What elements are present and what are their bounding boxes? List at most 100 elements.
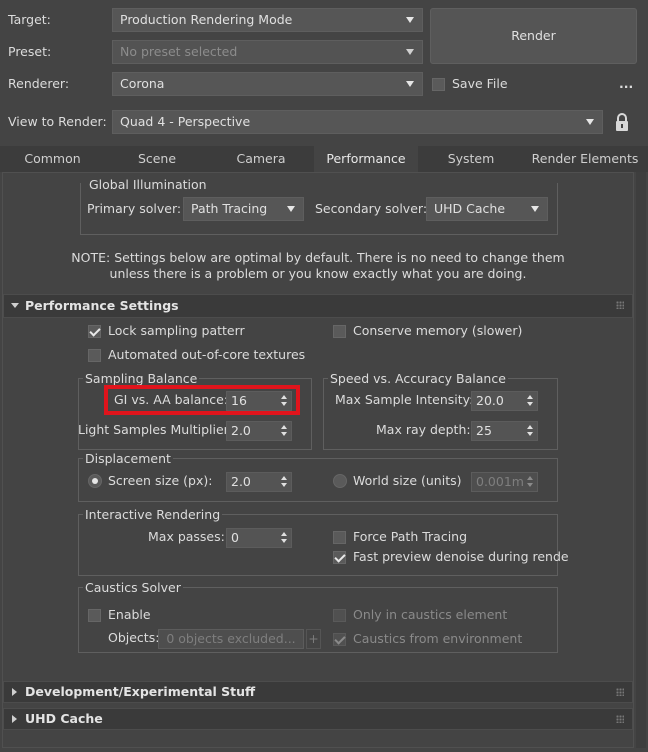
max-passes-label: Max passes:: [148, 529, 225, 544]
max-sample-intensity-spinner[interactable]: 20.0: [471, 391, 538, 411]
check-icon: [334, 633, 346, 645]
gi-aa-balance-spinner[interactable]: 16: [226, 391, 292, 411]
spinner-down-icon[interactable]: [527, 432, 533, 436]
primary-solver-dropdown[interactable]: Path Tracing: [183, 197, 304, 221]
light-samples-label: Light Samples Multiplier:: [78, 422, 233, 437]
spinner-up-icon[interactable]: [281, 532, 287, 536]
screen-size-label: Screen size (px):: [108, 473, 213, 488]
chevron-down-icon: [586, 119, 594, 125]
uhd-cache-rollout[interactable]: UHD Cache: [3, 708, 633, 730]
chevron-down-icon: [287, 206, 295, 212]
tab-common[interactable]: Common: [2, 146, 103, 172]
tab-system[interactable]: System: [421, 146, 521, 172]
spinner-down-icon[interactable]: [527, 483, 533, 487]
save-file-checkbox[interactable]: [432, 78, 445, 91]
only-in-caustics-checkbox[interactable]: [333, 609, 346, 622]
world-size-label: World size (units): [353, 473, 462, 488]
spinner-down-icon[interactable]: [281, 539, 287, 543]
caustics-solver-title: Caustics Solver: [83, 580, 183, 595]
check-icon: [89, 325, 101, 337]
light-samples-value: 2.0: [231, 423, 251, 438]
tab-camera[interactable]: Camera: [211, 146, 311, 172]
spinner-down-icon[interactable]: [281, 432, 287, 436]
force-path-tracing-label: Force Path Tracing: [353, 529, 468, 544]
chevron-right-icon: [12, 688, 17, 696]
caustics-objects-label: Objects:: [108, 630, 160, 645]
spinner-up-icon[interactable]: [281, 395, 287, 399]
render-button[interactable]: Render: [430, 8, 637, 64]
conserve-memory-checkbox[interactable]: [333, 325, 346, 338]
spinner-up-icon[interactable]: [527, 425, 533, 429]
caustics-from-env-label: Caustics from environment: [353, 631, 523, 646]
caustics-enable-label: Enable: [108, 607, 151, 622]
max-ray-depth-label: Max ray depth:: [376, 422, 471, 437]
caustics-objects-field[interactable]: 0 objects excluded...: [158, 629, 304, 649]
spinner-up-icon[interactable]: [527, 395, 533, 399]
screen-size-spinner[interactable]: 2.0: [226, 472, 292, 492]
max-passes-value: 0: [231, 530, 239, 545]
spinner-down-icon[interactable]: [281, 483, 287, 487]
screen-size-radio[interactable]: [88, 474, 102, 488]
lock-sampling-checkbox[interactable]: [88, 325, 101, 338]
max-ray-depth-spinner[interactable]: 25: [471, 421, 538, 441]
world-size-spinner[interactable]: 0.001m: [471, 472, 538, 492]
development-experimental-rollout[interactable]: Development/Experimental Stuff: [3, 681, 633, 703]
renderer-label: Renderer:: [8, 76, 70, 91]
spinner-up-icon[interactable]: [281, 476, 287, 480]
force-path-tracing-checkbox[interactable]: [333, 531, 346, 544]
interactive-rendering-title: Interactive Rendering: [83, 507, 223, 522]
spinner-up-icon[interactable]: [281, 425, 287, 429]
spinner-up-icon[interactable]: [527, 476, 533, 480]
speed-accuracy-title: Speed vs. Accuracy Balance: [328, 371, 508, 386]
more-options-button[interactable]: ...: [619, 76, 633, 91]
caustics-enable-checkbox[interactable]: [88, 609, 101, 622]
max-sample-intensity-value: 20.0: [476, 393, 504, 408]
tab-scene[interactable]: Scene: [104, 146, 210, 172]
fast-preview-denoise-checkbox[interactable]: [333, 551, 346, 564]
lock-icon[interactable]: [614, 112, 630, 132]
secondary-solver-value: UHD Cache: [434, 201, 506, 216]
preset-value: No preset selected: [120, 44, 238, 59]
grip-icon: [616, 688, 624, 696]
caustics-from-env-checkbox[interactable]: [333, 633, 346, 646]
performance-settings-rollout[interactable]: Performance Settings: [3, 294, 633, 318]
renderer-dropdown[interactable]: Corona: [112, 72, 423, 96]
spinner-down-icon[interactable]: [527, 402, 533, 406]
max-sample-intensity-label: Max Sample Intensity:: [335, 392, 474, 407]
uhd-cache-title: UHD Cache: [25, 711, 103, 726]
primary-solver-value: Path Tracing: [191, 201, 268, 216]
chevron-down-icon: [406, 17, 414, 23]
tab-render-elements[interactable]: Render Elements: [524, 146, 646, 172]
target-dropdown[interactable]: Production Rendering Mode: [112, 8, 423, 32]
view-to-render-value: Quad 4 - Perspective: [120, 114, 251, 129]
sampling-balance-title: Sampling Balance: [83, 371, 200, 386]
preset-label: Preset:: [8, 44, 52, 59]
tab-performance[interactable]: Performance: [314, 146, 418, 172]
spinner-down-icon[interactable]: [281, 402, 287, 406]
grip-icon: [616, 715, 624, 723]
fast-preview-denoise-label: Fast preview denoise during rende: [353, 549, 569, 564]
max-passes-spinner[interactable]: 0: [226, 528, 292, 548]
lock-sampling-label: Lock sampling patterr: [108, 323, 245, 338]
chevron-down-icon: [406, 49, 414, 55]
view-to-render-dropdown[interactable]: Quad 4 - Perspective: [112, 110, 603, 134]
save-file-label: Save File: [452, 76, 508, 91]
grip-icon: [616, 301, 624, 309]
light-samples-spinner[interactable]: 2.0: [226, 421, 292, 441]
out-of-core-checkbox[interactable]: [88, 349, 101, 362]
preset-dropdown[interactable]: No preset selected: [112, 40, 423, 64]
world-size-value: 0.001m: [476, 474, 524, 489]
view-to-render-label: View to Render:: [8, 114, 107, 129]
note-line-1: NOTE: Settings below are optimal by defa…: [71, 250, 565, 265]
max-ray-depth-value: 25: [476, 423, 492, 438]
scrollbar[interactable]: [636, 172, 646, 748]
chevron-right-icon: [12, 715, 17, 723]
check-icon: [334, 551, 346, 563]
secondary-solver-label: Secondary solver:: [315, 201, 428, 216]
add-object-button[interactable]: +: [306, 629, 321, 649]
target-label: Target:: [8, 12, 51, 27]
renderer-value: Corona: [120, 76, 165, 91]
secondary-solver-dropdown[interactable]: UHD Cache: [426, 197, 548, 221]
world-size-radio[interactable]: [333, 474, 347, 488]
only-in-caustics-label: Only in caustics element: [353, 607, 508, 622]
